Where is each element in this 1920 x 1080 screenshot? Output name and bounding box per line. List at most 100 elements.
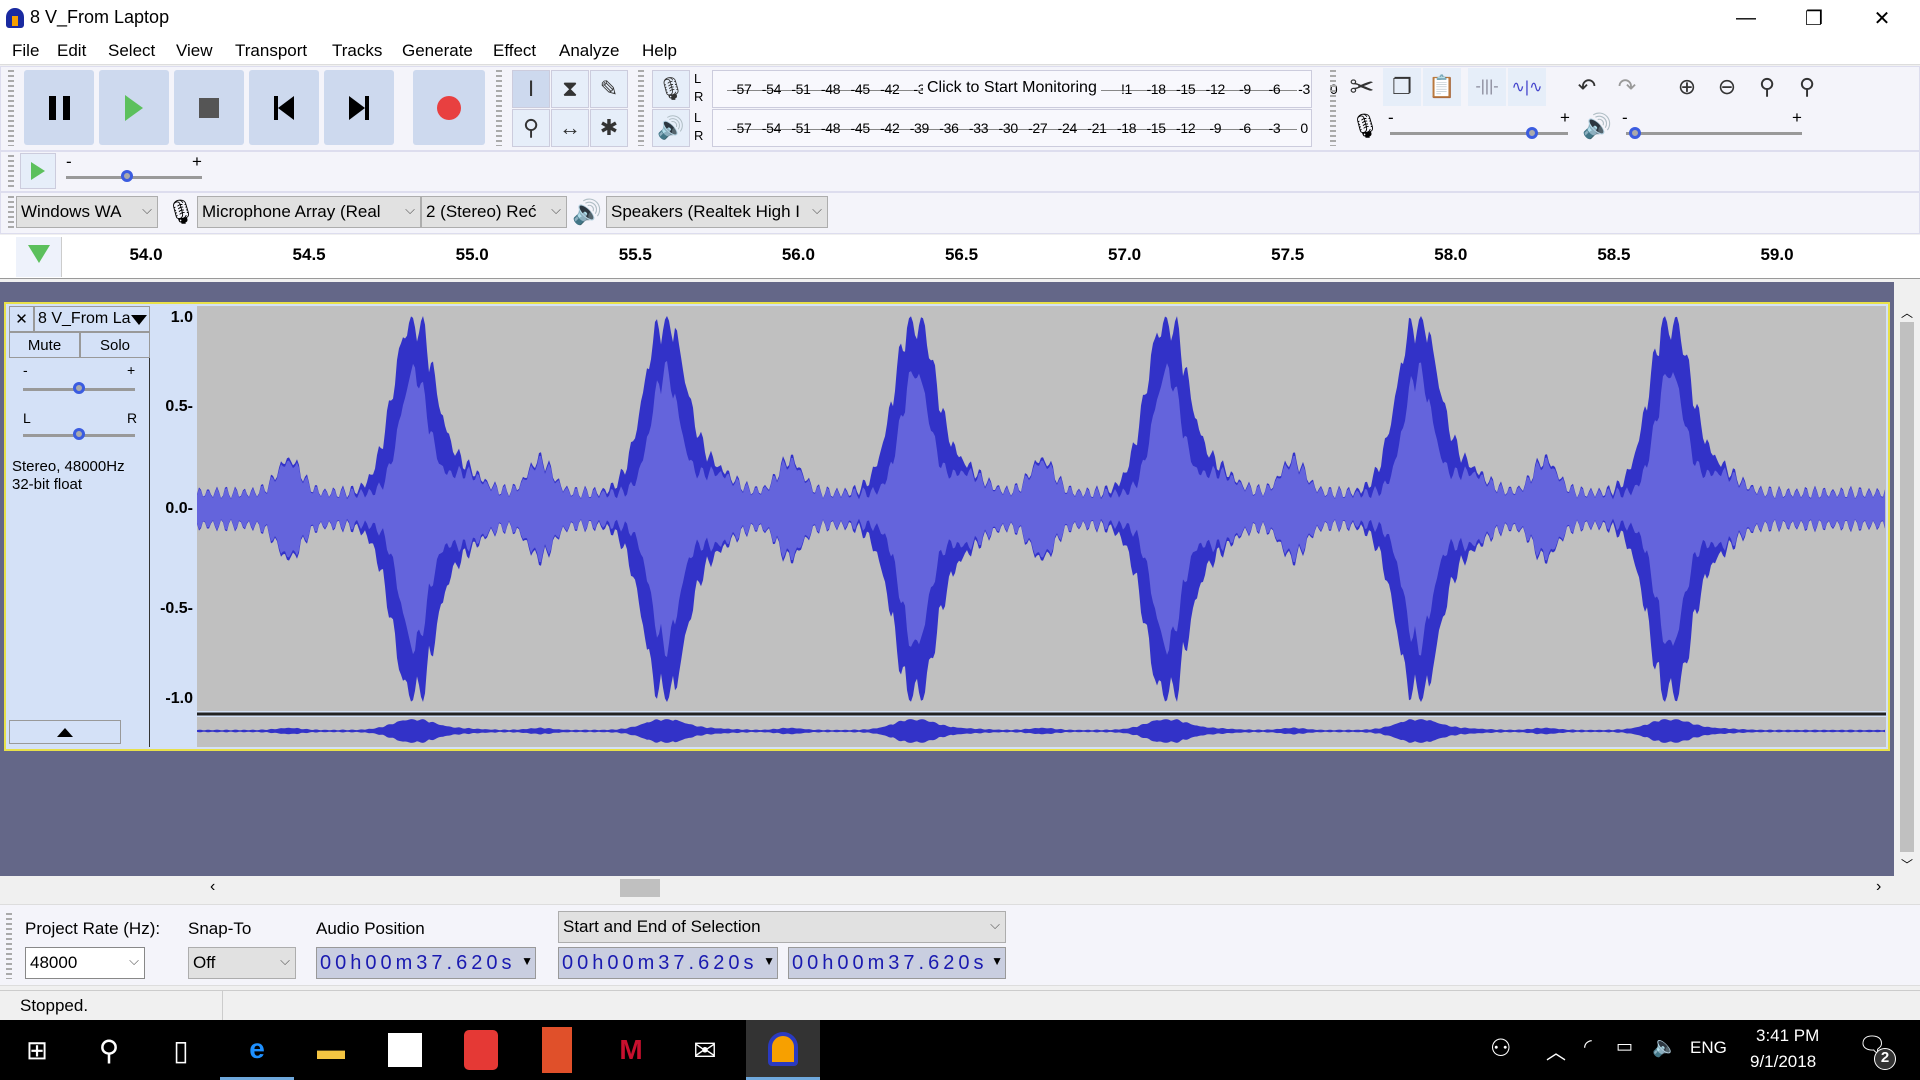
- selection-start-field[interactable]: 00h00m37.620s ▼: [558, 947, 778, 979]
- track-close-button[interactable]: ✕: [9, 306, 34, 332]
- menu-generate[interactable]: Generate: [402, 41, 473, 61]
- mcafee-app[interactable]: M: [594, 1020, 668, 1080]
- start-monitoring-label[interactable]: Click to Start Monitoring: [923, 77, 1101, 99]
- close-button[interactable]: ✕: [1852, 0, 1912, 37]
- ruler-tick-label: 58.0: [1434, 245, 1468, 264]
- skip-to-start-button[interactable]: [249, 70, 319, 145]
- minimize-button[interactable]: —: [1716, 0, 1776, 37]
- menu-file[interactable]: File: [12, 41, 39, 61]
- audacity-taskbar-app[interactable]: [746, 1020, 820, 1080]
- zoom-out-button[interactable]: ⊖: [1708, 68, 1746, 106]
- task-view-button[interactable]: ▯: [144, 1020, 218, 1080]
- pan-knob[interactable]: [73, 428, 85, 440]
- menu-help[interactable]: Help: [642, 41, 677, 61]
- collapse-track-button[interactable]: [9, 720, 121, 744]
- menu-transport[interactable]: Transport: [235, 41, 307, 61]
- time-shift-tool[interactable]: ↔: [551, 109, 589, 147]
- selection-mode-dropdown[interactable]: Start and End of Selection ⌵: [558, 911, 1006, 943]
- snap-to-dropdown[interactable]: Off ⌵: [188, 947, 296, 979]
- fit-selection-button[interactable]: ⚲: [1748, 68, 1786, 106]
- horizontal-scrollbar[interactable]: ‹ ›: [0, 876, 1894, 900]
- menu-select[interactable]: Select: [108, 41, 155, 61]
- draw-tool[interactable]: ✎: [590, 70, 628, 108]
- zoom-in-button[interactable]: ⊕: [1668, 68, 1706, 106]
- scroll-right-icon[interactable]: ›: [1876, 878, 1881, 896]
- mute-button[interactable]: Mute: [9, 332, 80, 358]
- trim-button[interactable]: -|||-: [1468, 68, 1506, 106]
- record-button[interactable]: [413, 70, 485, 145]
- track-menu-button[interactable]: 8 V_From La: [34, 306, 150, 332]
- timeline-ruler[interactable]: 54.0 54.5 55.0 55.5 56.0 56.5 57.0 57.5 58.0 58.5…: [0, 235, 1920, 279]
- store-app[interactable]: [368, 1020, 442, 1080]
- language-indicator[interactable]: ENG: [1690, 1038, 1727, 1058]
- selection-tool[interactable]: I: [512, 70, 550, 108]
- books-app[interactable]: [444, 1020, 518, 1080]
- project-rate-dropdown[interactable]: 48000 ⌵: [25, 947, 145, 979]
- menu-analyze[interactable]: Analyze: [559, 41, 619, 61]
- meter-tick-label: -24: [1057, 120, 1078, 136]
- solo-button[interactable]: Solo: [80, 332, 150, 358]
- scroll-left-icon[interactable]: ‹: [210, 878, 215, 896]
- search-button[interactable]: ⚲: [72, 1020, 146, 1080]
- redo-button[interactable]: ↷: [1608, 68, 1646, 106]
- play-button[interactable]: [99, 70, 169, 145]
- start-button[interactable]: ⊞: [0, 1020, 74, 1080]
- paste-button[interactable]: 📋: [1423, 68, 1461, 106]
- waveform-display[interactable]: [197, 306, 1886, 747]
- play-icon: [125, 94, 143, 121]
- undo-button[interactable]: ↶: [1568, 68, 1606, 106]
- record-meter[interactable]: -57-54-51-48-45-42-3!1-18-15-12-9-6-30 C…: [712, 70, 1338, 108]
- play-meter-speaker-icon[interactable]: 🔊: [652, 109, 690, 147]
- app-orange[interactable]: [520, 1020, 594, 1080]
- mic-volume-icon: 🎙: [1350, 113, 1381, 140]
- play-speed-slider[interactable]: [66, 176, 202, 179]
- skip-to-end-button[interactable]: [324, 70, 394, 145]
- record-meter-mic-icon[interactable]: 🎙: [652, 70, 690, 108]
- volume-icon[interactable]: 🔈: [1652, 1034, 1677, 1059]
- audio-host-dropdown[interactable]: Windows WA ⌵: [16, 196, 158, 228]
- track-sample-format: 32-bit float: [12, 476, 83, 493]
- envelope-tool[interactable]: ⧗: [551, 70, 589, 108]
- menu-view[interactable]: View: [176, 41, 213, 61]
- recording-channels-dropdown[interactable]: 2 (Stereo) Reć ⌵: [421, 196, 567, 228]
- cut-button[interactable]: ✂: [1343, 68, 1381, 106]
- scroll-up-icon[interactable]: ︿: [1901, 304, 1913, 321]
- play-at-speed-button[interactable]: [20, 153, 56, 189]
- playback-volume-slider[interactable]: [1626, 132, 1802, 135]
- show-hidden-icons-button[interactable]: ︿: [1546, 1036, 1566, 1065]
- vertical-scroll-thumb[interactable]: [1900, 322, 1914, 852]
- pause-button[interactable]: [24, 70, 94, 145]
- selection-end-field[interactable]: 00h00m37.620s ▼: [788, 947, 1006, 979]
- menu-tracks[interactable]: Tracks: [332, 41, 382, 61]
- scroll-down-icon[interactable]: ﹀: [1901, 856, 1913, 873]
- multi-tool[interactable]: ✱: [590, 109, 628, 147]
- playback-volume-knob[interactable]: [1628, 127, 1641, 139]
- gain-knob[interactable]: [73, 382, 85, 394]
- menu-edit[interactable]: Edit: [57, 41, 86, 61]
- menu-effect[interactable]: Effect: [493, 41, 536, 61]
- edge-app[interactable]: e: [220, 1020, 294, 1080]
- clock-time[interactable]: 3:41 PM: [1756, 1026, 1819, 1046]
- amplitude-ruler[interactable]: 1.0 0.5- 0.0- -0.5- -1.0: [151, 306, 197, 747]
- mail-app[interactable]: ✉: [668, 1020, 742, 1080]
- timeline-options-button[interactable]: [16, 237, 62, 277]
- playback-device-dropdown[interactable]: Speakers (Realtek High I ⌵: [606, 196, 828, 228]
- silence-button[interactable]: ∿|∿: [1508, 68, 1546, 106]
- clock-date[interactable]: 9/1/2018: [1750, 1052, 1816, 1072]
- battery-icon[interactable]: ▭: [1616, 1036, 1633, 1057]
- recording-volume-slider[interactable]: [1390, 132, 1568, 135]
- restore-button[interactable]: ❐: [1784, 0, 1844, 37]
- people-icon[interactable]: ⚇: [1490, 1034, 1512, 1063]
- vertical-scrollbar[interactable]: ︿ ﹀: [1897, 302, 1917, 876]
- recording-device-dropdown[interactable]: Microphone Array (Real ⌵: [197, 196, 421, 228]
- horizontal-scroll-thumb[interactable]: [620, 879, 660, 897]
- stop-button[interactable]: [174, 70, 244, 145]
- playback-meter[interactable]: -57 -54 -51 -48 -45 -42 -39 -36 -33 -30 -27 -24 -21-…: [712, 109, 1312, 147]
- zoom-tool[interactable]: ⚲: [512, 109, 550, 147]
- copy-button[interactable]: ❐: [1383, 68, 1421, 106]
- toolbar-grip[interactable]: [8, 70, 14, 146]
- file-explorer-app[interactable]: ▬: [294, 1020, 368, 1080]
- audio-position-field[interactable]: 00h00m37.620s ▼: [316, 947, 536, 979]
- fit-project-button[interactable]: ⚲: [1788, 68, 1826, 106]
- wifi-icon[interactable]: ◜: [1584, 1034, 1592, 1059]
